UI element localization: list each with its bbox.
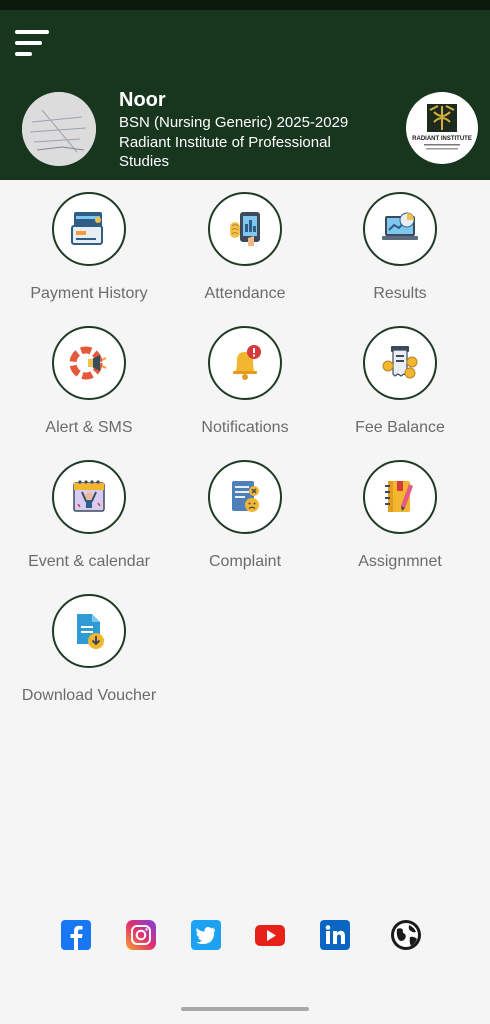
event-calendar-tile[interactable]: Event & calendar (14, 460, 164, 572)
notifications-label: Notifications (201, 419, 289, 436)
results-label: Results (373, 285, 427, 302)
home-indicator[interactable] (181, 1007, 309, 1011)
payment-history-tile[interactable]: Payment History (14, 192, 164, 304)
instagram-icon[interactable] (124, 918, 158, 952)
assignment-tile[interactable]: Assignmnet (325, 460, 475, 572)
fee-balance-tile[interactable]: Fee Balance (325, 326, 475, 438)
assignment-icon (363, 460, 437, 534)
download-voucher-tile[interactable]: Download Voucher (14, 594, 164, 706)
complaint-icon (208, 460, 282, 534)
program-text: BSN (Nursing Generic) 2025-2029 (119, 114, 349, 131)
logo-text: RADIANT INSTITUTE (412, 136, 472, 142)
attendance-icon (208, 192, 282, 266)
results-tile[interactable]: Results (325, 192, 475, 304)
complaint-tile[interactable]: Complaint (170, 460, 320, 572)
menu-hamburger-icon[interactable] (15, 30, 51, 58)
attendance-label: Attendance (204, 285, 286, 302)
institute-name: Radiant Institute of Professional Studie… (119, 134, 331, 170)
results-icon (363, 192, 437, 266)
payment-history-icon (52, 192, 126, 266)
student-name: Noor (119, 89, 166, 111)
status-bar (0, 0, 490, 10)
download-voucher-icon (52, 594, 126, 668)
profile-header: Noor BSN (Nursing Generic) 2025-2029 Rad… (0, 10, 490, 180)
alert-sms-tile[interactable]: Alert & SMS (14, 326, 164, 438)
youtube-icon[interactable] (253, 918, 287, 952)
event-calendar-label: Event & calendar (28, 553, 150, 570)
twitter-icon[interactable] (189, 918, 223, 952)
fee-balance-label: Fee Balance (355, 419, 445, 436)
complaint-label: Complaint (208, 553, 282, 570)
event-calendar-icon (52, 460, 126, 534)
institute-logo: RADIANT INSTITUTE (406, 92, 478, 164)
notifications-tile[interactable]: Notifications (170, 326, 320, 438)
notifications-icon (208, 326, 282, 400)
attendance-tile[interactable]: Attendance (170, 192, 320, 304)
alert-sms-icon (52, 326, 126, 400)
facebook-icon[interactable] (59, 918, 93, 952)
payment-history-label: Payment History (30, 285, 148, 302)
fee-balance-icon (363, 326, 437, 400)
assignment-label: Assignmnet (358, 553, 442, 570)
avatar[interactable] (22, 92, 96, 166)
alert-sms-label: Alert & SMS (45, 419, 133, 436)
linkedin-icon[interactable] (318, 918, 352, 952)
website-globe-icon[interactable] (389, 918, 423, 952)
download-voucher-label: Download Voucher (21, 687, 157, 704)
